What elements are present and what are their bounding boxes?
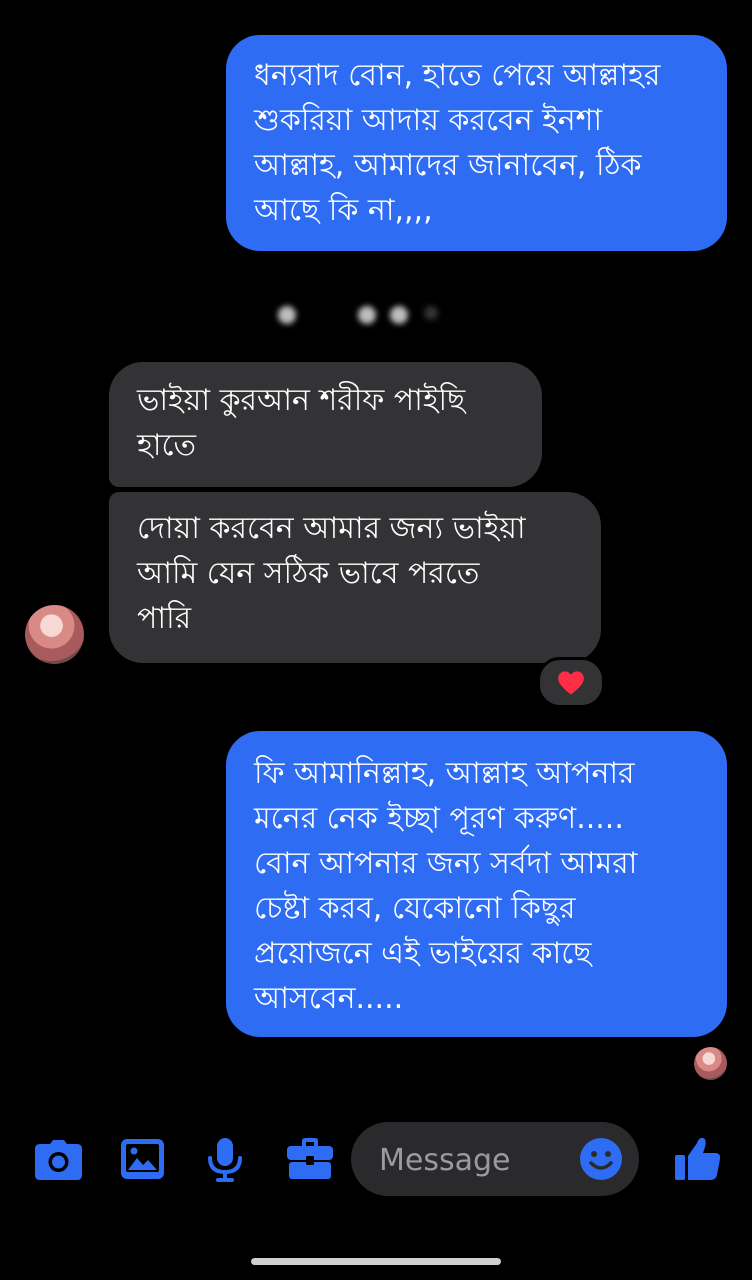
thumbs-up-icon[interactable] xyxy=(675,1135,721,1181)
message-input-container[interactable] xyxy=(351,1122,639,1196)
microphone-icon[interactable] xyxy=(207,1138,243,1182)
typing-indicator xyxy=(278,303,438,327)
message-bubble-outgoing[interactable]: ফি আমানিল্লাহ, আল্লাহ আপনার মনের নেক ইচ্… xyxy=(226,731,727,1037)
home-indicator[interactable] xyxy=(251,1258,501,1265)
message-bubble-outgoing[interactable]: ধন্যবাদ বোন, হাতে পেয়ে আল্লাহর শুকরিয়া… xyxy=(226,35,727,251)
message-bubble-incoming[interactable]: ভাইয়া কুরআন শরীফ পাইছি হাতে xyxy=(109,362,542,487)
message-bubble-incoming[interactable]: দোয়া করবেন আমার জন্য ভাইয়া আমি যেন সঠি… xyxy=(109,492,601,663)
emoji-icon[interactable] xyxy=(580,1138,622,1180)
camera-icon[interactable] xyxy=(35,1140,82,1180)
image-icon[interactable] xyxy=(121,1139,164,1179)
contact-avatar[interactable] xyxy=(25,605,84,664)
heart-icon xyxy=(558,670,584,695)
message-input[interactable] xyxy=(377,1136,571,1184)
briefcase-icon[interactable] xyxy=(287,1138,333,1179)
heart-reaction[interactable] xyxy=(537,657,605,708)
read-receipt-avatar xyxy=(694,1047,727,1080)
